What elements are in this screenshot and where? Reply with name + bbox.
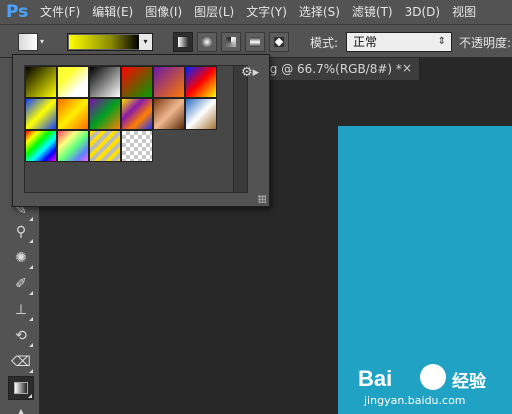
gradient-swatch-blue-red-yellow[interactable] xyxy=(185,66,217,98)
menu-image[interactable]: 图像(I) xyxy=(139,0,188,24)
gradient-swatch-black-white[interactable] xyxy=(89,66,121,98)
gradient-picker-popup: ⚙▸ xyxy=(12,54,270,207)
mode-label: 模式: xyxy=(310,36,339,50)
menu-file[interactable]: 文件(F) xyxy=(34,0,86,24)
menu-3d[interactable]: 3D(D) xyxy=(399,0,446,24)
chevron-down-icon[interactable]: ▾ xyxy=(139,34,152,50)
paw-logo-icon xyxy=(420,364,446,390)
options-bar: ▾ ▾ 模式: 正常 ⇕ 不透明度: xyxy=(0,24,512,58)
diamond-gradient-button[interactable] xyxy=(269,32,289,52)
blend-mode-value: 正常 xyxy=(353,35,378,49)
menu-bar: Ps 文件(F) 编辑(E) 图像(I) 图层(L) 文字(Y) 选择(S) 滤… xyxy=(0,0,512,24)
document-tab-title: .jpg @ 66.7%(RGB/8#) * xyxy=(255,62,402,76)
reflected-gradient-button[interactable] xyxy=(245,32,265,52)
tool-preset-icon xyxy=(18,33,38,51)
menu-select[interactable]: 选择(S) xyxy=(293,0,346,24)
close-icon[interactable]: × xyxy=(402,61,412,75)
watermark-url: jingyan.baidu.com xyxy=(364,394,466,407)
linear-gradient-button[interactable] xyxy=(173,32,193,52)
gradient-swatch-chrome[interactable] xyxy=(185,98,217,130)
gradient-swatch-transparent-stripes[interactable] xyxy=(89,130,121,162)
history-brush-tool[interactable]: ⟲ xyxy=(8,324,34,348)
gradient-swatch-blue-yellow-blue[interactable] xyxy=(25,98,57,130)
opacity-label: 不透明度: xyxy=(459,36,512,50)
radial-gradient-icon xyxy=(202,37,212,47)
photoshop-logo: Ps xyxy=(6,2,29,22)
baidu-jingyan-watermark: Bai 经验 jingyan.baidu.com xyxy=(358,360,512,414)
gradient-swatch-foreground-to-transparent[interactable] xyxy=(57,66,89,98)
menu-edit[interactable]: 编辑(E) xyxy=(86,0,139,24)
blur-tool[interactable]: ▲ xyxy=(8,402,34,414)
resize-grip-icon[interactable] xyxy=(258,195,266,203)
gradient-swatch-violet-orange[interactable] xyxy=(153,66,185,98)
menu-filter[interactable]: 滤镜(T) xyxy=(346,0,399,24)
reflected-gradient-icon xyxy=(250,37,260,47)
watermark-brand-cn: 经验 xyxy=(452,372,486,392)
gradient-swatch-violet-green-orange[interactable] xyxy=(89,98,121,130)
eyedropper-tool[interactable]: ⚲ xyxy=(8,220,34,244)
current-gradient-preview[interactable] xyxy=(69,35,139,49)
eraser-tool[interactable]: ⌫ xyxy=(8,350,34,374)
blend-mode-select[interactable]: 正常 ⇕ xyxy=(346,32,452,52)
gradient-tool[interactable] xyxy=(8,376,34,400)
gradient-swatch-grid xyxy=(24,65,234,193)
popup-scrollbar[interactable] xyxy=(233,65,248,193)
brush-tool[interactable]: ✐ xyxy=(8,272,34,296)
gradient-swatch-transparent-rainbow[interactable] xyxy=(57,130,89,162)
gradient-swatch-checker-transparent[interactable] xyxy=(121,130,153,162)
diamond-gradient-icon xyxy=(274,37,284,47)
angle-gradient-button[interactable] xyxy=(221,32,241,52)
gradient-swatch-copper[interactable] xyxy=(153,98,185,130)
gradient-picker-button[interactable]: ▾ xyxy=(67,33,153,51)
updown-arrow-icon: ⇕ xyxy=(437,36,446,47)
menu-layer[interactable]: 图层(L) xyxy=(188,0,240,24)
menu-view[interactable]: 视图 xyxy=(446,0,482,24)
menu-type[interactable]: 文字(Y) xyxy=(240,0,293,24)
healing-brush-tool[interactable]: ✺ xyxy=(8,246,34,270)
linear-gradient-icon xyxy=(178,37,188,47)
gradient-swatch-foreground-to-background[interactable] xyxy=(25,66,57,98)
radial-gradient-button[interactable] xyxy=(197,32,217,52)
chevron-down-icon: ▾ xyxy=(40,37,45,46)
gradient-swatch-orange-yellow-orange[interactable] xyxy=(57,98,89,130)
tool-preset-picker[interactable]: ▾ xyxy=(18,33,48,51)
clone-stamp-tool[interactable]: ⊥ xyxy=(8,298,34,322)
gradient-swatch-spectrum[interactable] xyxy=(25,130,57,162)
gradient-tool-icon xyxy=(14,382,28,394)
angle-gradient-icon xyxy=(226,37,236,47)
watermark-brand: Bai xyxy=(358,366,393,391)
gradient-swatch-red-green[interactable] xyxy=(121,66,153,98)
gradient-swatch-yellow-violet-orange-blue[interactable] xyxy=(121,98,153,130)
gear-icon[interactable]: ⚙▸ xyxy=(241,65,259,80)
photoshop-window: Ps 文件(F) 编辑(E) 图像(I) 图层(L) 文字(Y) 选择(S) 滤… xyxy=(0,0,512,414)
